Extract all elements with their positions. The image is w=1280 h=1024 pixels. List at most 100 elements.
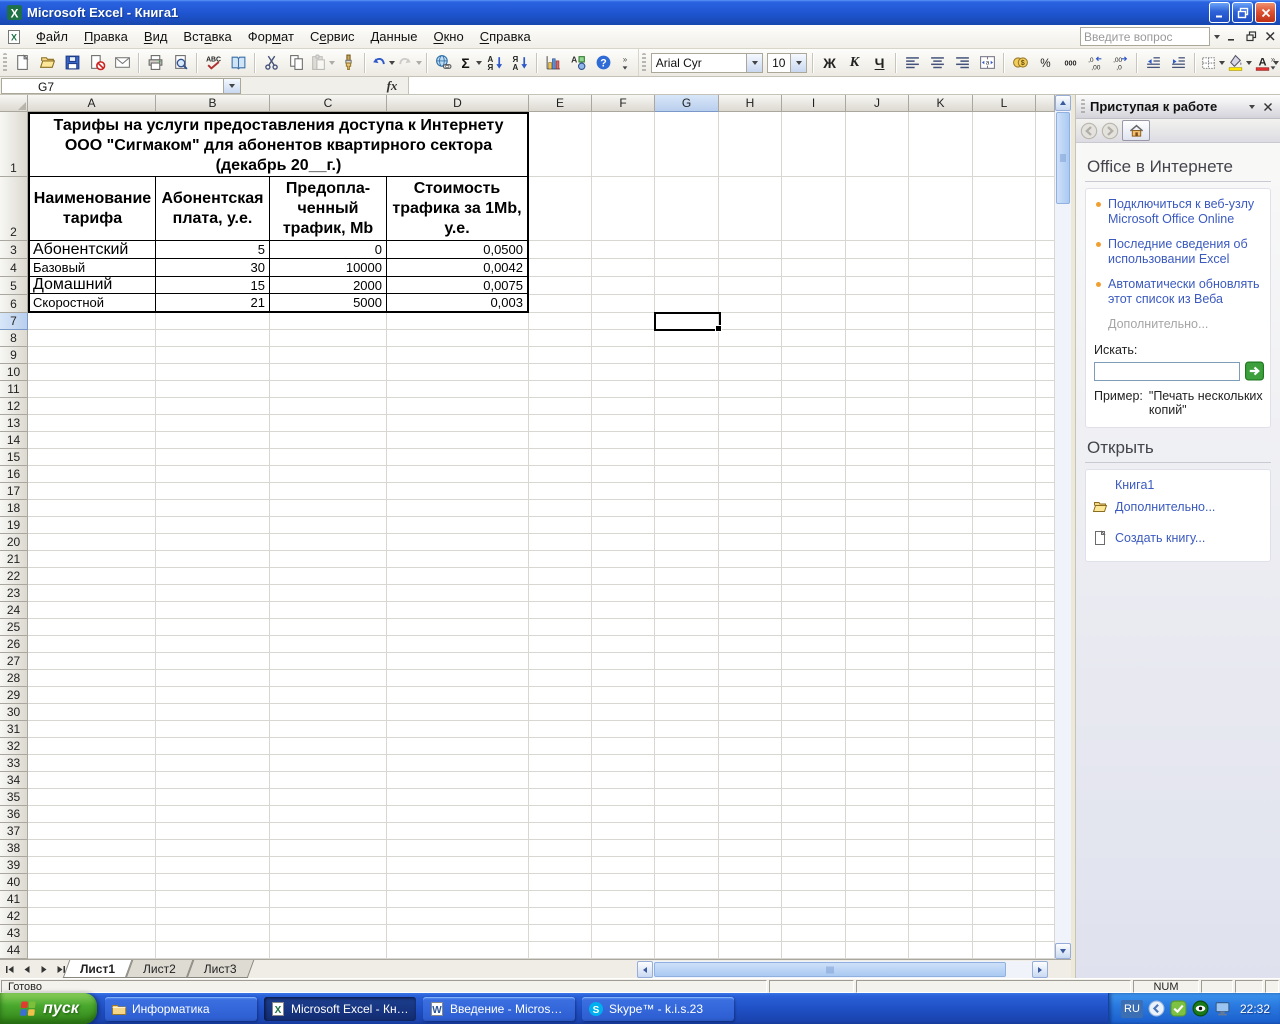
grid-cell[interactable]	[270, 721, 387, 738]
row-header-40[interactable]: 40	[0, 874, 28, 891]
grid-cell[interactable]	[1036, 721, 1055, 738]
grid-cell[interactable]	[973, 687, 1036, 704]
grid-cell[interactable]	[28, 772, 156, 789]
grid-cell[interactable]	[909, 415, 973, 432]
restore-button[interactable]	[1232, 2, 1253, 23]
menu-окно[interactable]: Окно	[425, 26, 471, 47]
grid-cell[interactable]	[156, 891, 270, 908]
grid-cell[interactable]	[782, 772, 846, 789]
grid-cell[interactable]	[909, 466, 973, 483]
grid-cell[interactable]	[387, 483, 529, 500]
grid-cell[interactable]	[655, 789, 719, 806]
row-header-18[interactable]: 18	[0, 500, 28, 517]
grid-cell[interactable]	[529, 415, 592, 432]
grid-cell[interactable]	[909, 789, 973, 806]
grid-cell[interactable]	[782, 653, 846, 670]
grid-cell[interactable]	[529, 602, 592, 619]
grid-cell[interactable]	[592, 534, 655, 551]
grid-cell[interactable]	[846, 874, 909, 891]
grid-cell[interactable]	[28, 483, 156, 500]
grid-cell[interactable]	[909, 347, 973, 364]
grid-cell[interactable]	[592, 857, 655, 874]
grid-cell[interactable]	[529, 347, 592, 364]
grid-cell[interactable]	[655, 568, 719, 585]
grid-cell[interactable]	[1036, 925, 1055, 942]
grid-cell[interactable]	[719, 534, 782, 551]
grid-cell[interactable]	[846, 942, 909, 959]
grid-cell[interactable]	[719, 602, 782, 619]
grid-cell[interactable]	[1036, 891, 1055, 908]
grid-cell[interactable]	[156, 466, 270, 483]
row-header-30[interactable]: 30	[0, 704, 28, 721]
grid-cell[interactable]	[592, 636, 655, 653]
grid-cell[interactable]	[909, 313, 973, 330]
grid-cell[interactable]	[782, 432, 846, 449]
taskbar-button[interactable]: S Skype™ - k.i.s.23	[582, 996, 734, 1021]
grid-cell[interactable]	[387, 772, 529, 789]
search-go-button[interactable]	[1245, 361, 1264, 381]
grid-cell[interactable]	[909, 500, 973, 517]
select-all-button[interactable]	[0, 95, 28, 112]
grid-cell[interactable]	[1036, 806, 1055, 823]
grid-cell[interactable]	[387, 330, 529, 347]
grid-cell[interactable]	[655, 721, 719, 738]
grid-cell[interactable]	[529, 466, 592, 483]
grid-cell[interactable]	[156, 602, 270, 619]
grid-cell[interactable]	[973, 721, 1036, 738]
grid-cell[interactable]	[28, 874, 156, 891]
grid-cell[interactable]	[909, 721, 973, 738]
grid-cell[interactable]	[719, 738, 782, 755]
taskbar-button[interactable]: W Введение - Microsoft...	[423, 996, 575, 1021]
grid-cell[interactable]	[387, 500, 529, 517]
save-button[interactable]	[60, 52, 85, 74]
grid-cell[interactable]	[387, 466, 529, 483]
grid-cell[interactable]	[387, 840, 529, 857]
grid-cell[interactable]	[909, 704, 973, 721]
grid-cell[interactable]	[973, 500, 1036, 517]
grid-cell[interactable]	[270, 636, 387, 653]
grid-cell[interactable]	[156, 738, 270, 755]
grid-cell[interactable]	[846, 925, 909, 942]
cost-cell[interactable]: 0,003	[387, 294, 527, 311]
grid-cell[interactable]	[529, 653, 592, 670]
tray-check-icon[interactable]	[1170, 1000, 1187, 1017]
grid-cell[interactable]	[782, 891, 846, 908]
traffic-cell[interactable]: 2000	[270, 277, 387, 294]
grid-cell[interactable]	[973, 347, 1036, 364]
grid-cell[interactable]	[28, 517, 156, 534]
grid-cell[interactable]	[719, 755, 782, 772]
grid-cell[interactable]	[973, 381, 1036, 398]
grid-cell[interactable]	[156, 721, 270, 738]
column-header-I[interactable]: I	[782, 95, 846, 112]
grid-cell[interactable]	[592, 112, 655, 177]
row-header-8[interactable]: 8	[0, 330, 28, 347]
column-header-partial[interactable]	[1036, 95, 1055, 112]
row-header-36[interactable]: 36	[0, 806, 28, 823]
grid-cell[interactable]	[156, 347, 270, 364]
grid-cell[interactable]	[529, 177, 592, 241]
grid-cell[interactable]	[270, 908, 387, 925]
grid-cell[interactable]	[529, 857, 592, 874]
row-header-35[interactable]: 35	[0, 789, 28, 806]
grid-cell[interactable]	[592, 806, 655, 823]
grid-cell[interactable]	[156, 619, 270, 636]
inc-indent-button[interactable]	[1166, 52, 1191, 74]
grid-cell[interactable]	[846, 415, 909, 432]
grid-cell[interactable]	[592, 466, 655, 483]
grid-cell[interactable]	[973, 277, 1036, 295]
grid-cell[interactable]	[719, 772, 782, 789]
grid-cell[interactable]	[28, 568, 156, 585]
grid-cell[interactable]	[270, 806, 387, 823]
comma-button[interactable]: 000	[1058, 52, 1083, 74]
grid-cell[interactable]	[1036, 112, 1055, 177]
grid-cell[interactable]	[387, 636, 529, 653]
print-button[interactable]	[143, 52, 168, 74]
grid-cell[interactable]	[28, 330, 156, 347]
grid-cell[interactable]	[782, 823, 846, 840]
grid-cell[interactable]	[387, 789, 529, 806]
grid-cell[interactable]	[846, 241, 909, 259]
grid-cell[interactable]	[909, 908, 973, 925]
grid-cell[interactable]	[28, 602, 156, 619]
grid-cell[interactable]	[1036, 330, 1055, 347]
grid-cell[interactable]	[846, 619, 909, 636]
